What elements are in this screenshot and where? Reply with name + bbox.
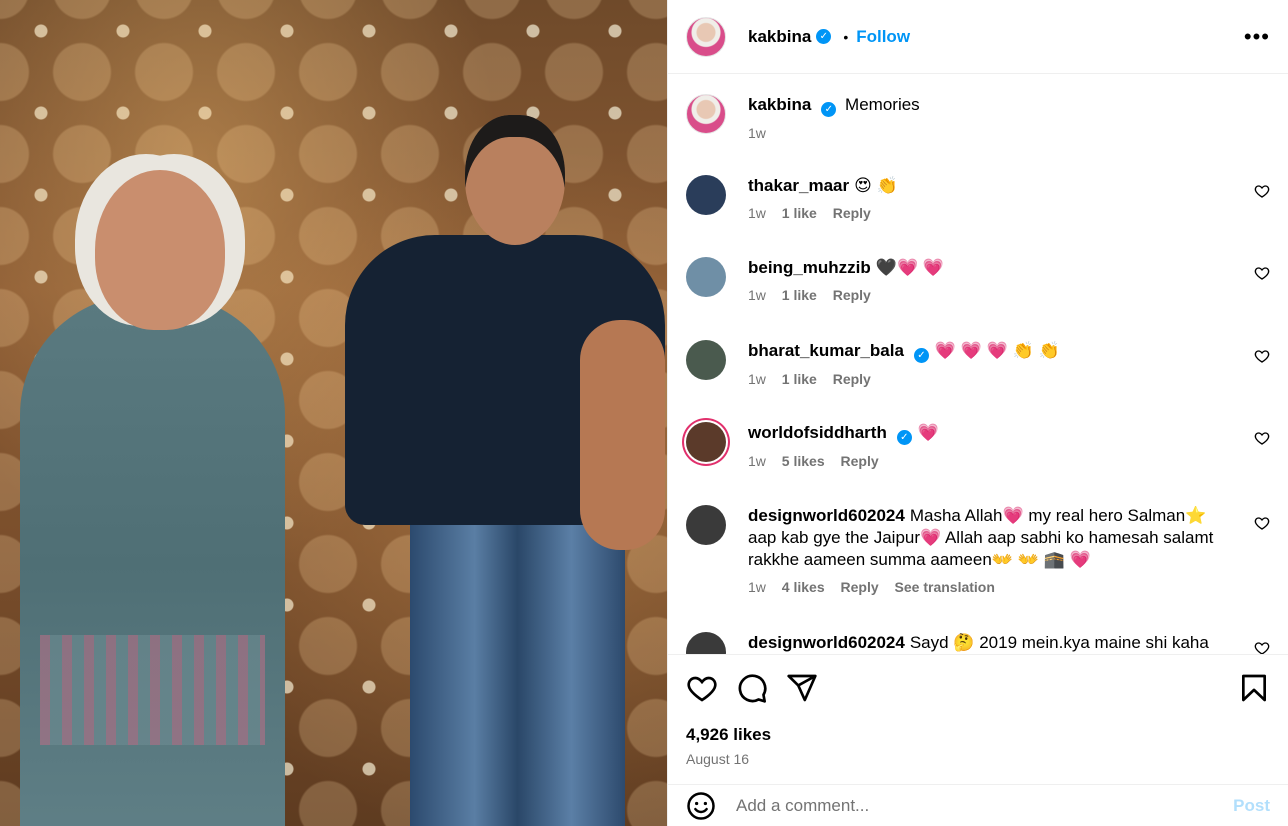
comment-input[interactable] <box>736 795 1234 816</box>
comment-icon[interactable] <box>736 672 768 704</box>
verified-badge-icon: ✓ <box>896 430 912 445</box>
heart-icon[interactable] <box>1254 183 1270 199</box>
post-panel: kakbina ✓ • Follow ••• kakbina ✓ Memories… <box>667 0 1288 826</box>
post-header: kakbina ✓ • Follow ••• <box>668 0 1288 74</box>
commenter-avatar[interactable] <box>686 505 726 545</box>
verified-badge-icon: ✓ <box>821 102 837 117</box>
caption-avatar[interactable] <box>686 94 726 134</box>
comment-text: 😍 👏 <box>854 176 898 195</box>
share-icon[interactable] <box>786 672 818 704</box>
man-head <box>465 115 565 245</box>
comment-item: bharat_kumar_bala ✓ 💗 💗 💗 👏 👏 1w 1 like Re… <box>686 340 1270 387</box>
woman-figure <box>20 295 285 826</box>
author-avatar[interactable] <box>686 16 726 57</box>
more-horizontal-icon[interactable]: ••• <box>1244 25 1270 47</box>
heart-icon[interactable] <box>1254 348 1270 364</box>
follow-button[interactable]: Follow <box>856 27 910 47</box>
comment-username[interactable]: thakar_maar <box>748 176 849 195</box>
comment-text: Sayd 🤔 2019 mein.kya maine shi kaha <box>909 633 1209 652</box>
comment-likes[interactable]: 4 likes <box>782 579 825 595</box>
emoji-icon[interactable] <box>686 791 716 821</box>
man-arm <box>580 320 665 550</box>
comment-time: 1w <box>748 579 766 595</box>
comment-username[interactable]: designworld602024 <box>748 633 905 652</box>
comment-likes[interactable]: 5 likes <box>782 453 825 469</box>
post-actions: 4,926 likes August 16 <box>668 654 1288 784</box>
caption-username[interactable]: kakbina <box>748 95 811 114</box>
comment-time: 1w <box>748 287 766 303</box>
comment-username[interactable]: worldofsiddharth <box>748 423 887 442</box>
reply-button[interactable]: Reply <box>841 453 879 469</box>
comment-username[interactable]: bharat_kumar_bala <box>748 341 904 360</box>
comment-time: 1w <box>748 371 766 387</box>
commenter-avatar-story[interactable] <box>686 422 726 462</box>
comment-text: 💗 💗 💗 👏 👏 <box>934 341 1060 360</box>
heart-icon[interactable] <box>1254 515 1270 531</box>
commenter-avatar[interactable] <box>686 340 726 380</box>
add-comment-bar: Post <box>668 784 1288 826</box>
comment-username[interactable]: being_muhzzib <box>748 258 871 277</box>
heart-icon[interactable] <box>686 672 718 704</box>
comment-item: being_muhzzib 🖤💗 💗 1w 1 like Reply <box>686 257 1270 303</box>
caption-time: 1w <box>748 125 766 141</box>
comment-item: designworld602024 Sayd 🤔 2019 mein.kya ma… <box>686 632 1270 654</box>
caption-text: Memories <box>845 95 920 114</box>
heart-icon[interactable] <box>1254 430 1270 446</box>
post-date[interactable]: August 16 <box>686 751 1270 767</box>
comment-time: 1w <box>748 453 766 469</box>
post-image[interactable] <box>0 0 667 826</box>
reply-button[interactable]: Reply <box>841 579 879 595</box>
bookmark-icon[interactable] <box>1238 672 1270 704</box>
reply-button[interactable]: Reply <box>833 287 871 303</box>
comment-item: designworld602024 Masha Allah💗 my real he… <box>686 505 1218 595</box>
post-button[interactable]: Post <box>1233 796 1270 816</box>
comments-list[interactable]: kakbina ✓ Memories 1w thakar_maar 😍 👏 1w 1… <box>668 74 1288 654</box>
verified-badge-icon: ✓ <box>816 29 832 44</box>
separator-dot: • <box>843 28 849 45</box>
caption-item: kakbina ✓ Memories 1w <box>686 94 1270 141</box>
woman-head <box>95 170 225 330</box>
commenter-avatar[interactable] <box>686 632 726 654</box>
commenter-avatar[interactable] <box>686 257 726 297</box>
comment-text: 🖤💗 💗 <box>875 258 945 277</box>
comment-time: 1w <box>748 205 766 221</box>
comment-likes[interactable]: 1 like <box>782 205 817 221</box>
author-username[interactable]: kakbina <box>748 27 811 47</box>
comment-likes[interactable]: 1 like <box>782 287 817 303</box>
comment-item: thakar_maar 😍 👏 1w 1 like Reply <box>686 175 1270 221</box>
commenter-avatar[interactable] <box>686 175 726 215</box>
reply-button[interactable]: Reply <box>833 205 871 221</box>
comment-item: worldofsiddharth ✓ 💗 1w 5 likes Reply <box>686 422 1270 469</box>
see-translation-button[interactable]: See translation <box>895 579 995 595</box>
verified-badge-icon: ✓ <box>913 348 929 363</box>
man-jeans <box>410 500 625 826</box>
comment-text: 💗 <box>917 423 939 442</box>
comment-likes[interactable]: 1 like <box>782 371 817 387</box>
heart-icon[interactable] <box>1254 265 1270 281</box>
heart-icon[interactable] <box>1254 640 1270 654</box>
comment-username[interactable]: designworld602024 <box>748 506 905 525</box>
reply-button[interactable]: Reply <box>833 371 871 387</box>
likes-count[interactable]: 4,926 likes <box>686 725 1270 745</box>
